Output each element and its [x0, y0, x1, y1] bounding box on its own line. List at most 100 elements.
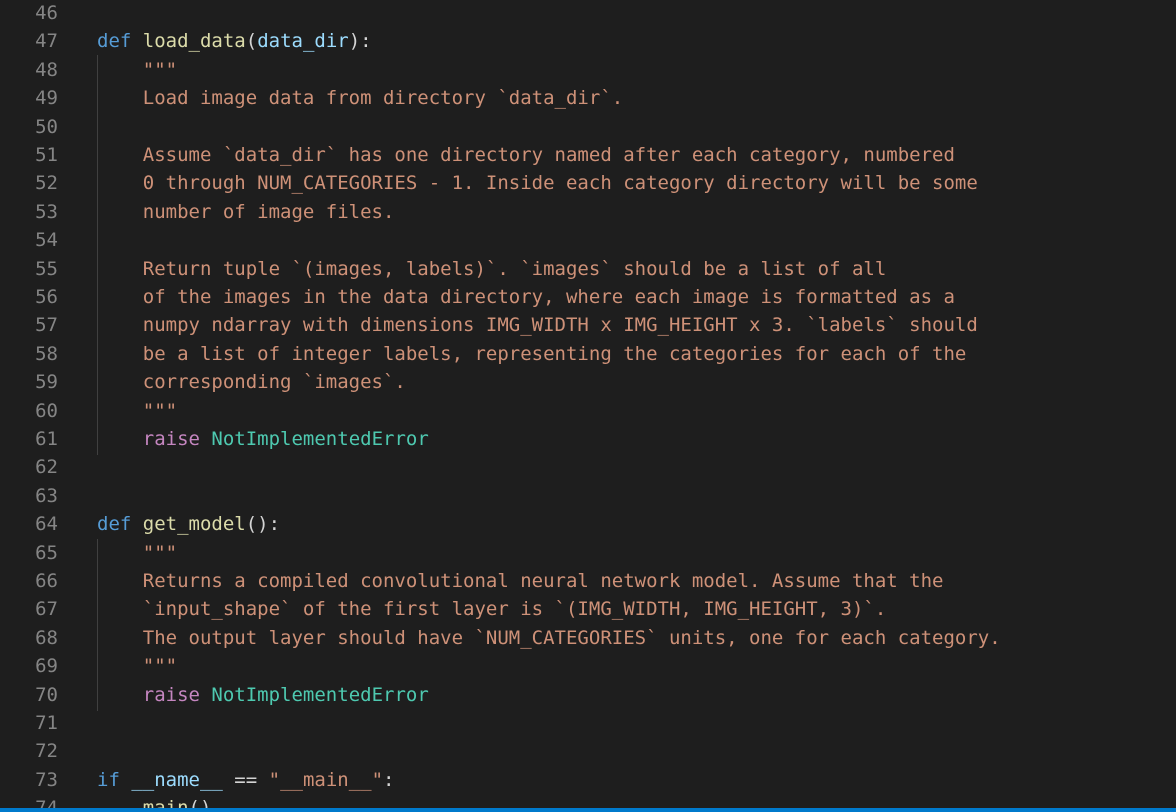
code-line[interactable]: 49 Load image data from directory `data_…	[0, 84, 1176, 112]
code-line[interactable]: 51 Assume `data_dir` has one directory n…	[0, 141, 1176, 169]
code-token: number of image files.	[97, 200, 395, 223]
code-text: `input_shape` of the first layer is `(IM…	[97, 595, 887, 623]
code-token: get_model	[142, 513, 246, 536]
code-line[interactable]: 72	[0, 737, 1176, 765]
code-line[interactable]: 68 The output layer should have `NUM_CAT…	[0, 624, 1176, 652]
code-line[interactable]: 62	[0, 453, 1176, 481]
code-text: 0 through NUM_CATEGORIES - 1. Inside eac…	[97, 169, 978, 197]
line-number: 64	[35, 513, 58, 536]
code-line[interactable]: 63	[0, 482, 1176, 510]
status-bar[interactable]	[0, 808, 1176, 812]
code-text: Return tuple `(images, labels)`. `images…	[97, 255, 887, 283]
code-line[interactable]: 54	[0, 226, 1176, 254]
code-text: of the images in the data directory, whe…	[97, 283, 955, 311]
code-text: Load image data from directory `data_dir…	[97, 84, 623, 112]
code-token: "__main__"	[268, 768, 384, 791]
line-number: 66	[35, 570, 58, 592]
code-token: """	[97, 655, 178, 678]
code-token: """	[97, 58, 178, 81]
code-text: def load_data(data_dir):	[97, 27, 372, 55]
line-number: 52	[35, 172, 58, 195]
line-number: 63	[35, 484, 58, 507]
line-number: 69	[35, 655, 58, 678]
code-text: Returns a compiled convolutional neural …	[97, 567, 944, 595]
code-line[interactable]: 57 numpy ndarray with dimensions IMG_WID…	[0, 311, 1176, 339]
code-token: Returns a compiled convolutional neural …	[97, 570, 944, 592]
code-token: :	[383, 768, 395, 791]
code-token: """	[97, 541, 178, 564]
code-text: """	[97, 56, 177, 84]
code-text: """	[97, 539, 177, 567]
line-number: 48	[35, 58, 58, 81]
code-line[interactable]: 71	[0, 709, 1176, 737]
code-line[interactable]: 53 number of image files.	[0, 198, 1176, 226]
indent-guide	[97, 539, 98, 711]
code-line[interactable]: 52 0 through NUM_CATEGORIES - 1. Inside …	[0, 169, 1176, 197]
line-number: 51	[35, 144, 58, 166]
code-text: """	[97, 397, 177, 425]
code-line[interactable]: 50	[0, 113, 1176, 141]
code-line[interactable]: 58 be a list of integer labels, represen…	[0, 340, 1176, 368]
code-text: Assume `data_dir` has one directory name…	[97, 141, 955, 169]
code-token: ():	[245, 513, 281, 536]
code-token: `input_shape` of the first layer is `(IM…	[97, 598, 887, 621]
code-token: Load image data from directory `data_dir…	[97, 87, 624, 110]
line-number: 54	[35, 229, 58, 252]
code-line[interactable]: 66 Returns a compiled convolutional neur…	[0, 567, 1176, 595]
code-text: """	[97, 652, 177, 680]
line-number: 68	[35, 626, 58, 649]
code-text: numpy ndarray with dimensions IMG_WIDTH …	[97, 311, 978, 339]
code-line[interactable]: 61 raise NotImplementedError	[0, 425, 1176, 453]
line-number: 53	[35, 200, 58, 223]
code-line[interactable]: 60 """	[0, 397, 1176, 425]
code-line[interactable]: 70 raise NotImplementedError	[0, 681, 1176, 709]
code-line[interactable]: 46	[0, 0, 1176, 27]
code-token: raise	[142, 428, 200, 450]
code-token: data_dir	[257, 30, 349, 53]
code-token: NotImplementedError	[211, 683, 429, 706]
line-number: 49	[35, 87, 58, 110]
code-token: The output layer should have `NUM_CATEGO…	[97, 626, 1001, 649]
code-line[interactable]: 47 def load_data(data_dir):	[0, 27, 1176, 55]
code-token: """	[97, 399, 178, 422]
line-number: 62	[35, 456, 58, 479]
code-line[interactable]: 69 """	[0, 652, 1176, 680]
line-number: 55	[35, 257, 58, 280]
line-number: 50	[35, 115, 58, 138]
code-text: def get_model():	[97, 510, 280, 538]
code-line[interactable]: 56 of the images in the data directory, …	[0, 283, 1176, 311]
code-token: __name__	[131, 768, 223, 791]
code-editor[interactable]: 46 47 def load_data(data_dir): 48 """ 49 Loa…	[0, 0, 1176, 812]
code-token: def	[97, 30, 132, 53]
code-line[interactable]: 65 """	[0, 539, 1176, 567]
code-token: (	[245, 30, 258, 53]
code-text: raise NotImplementedError	[97, 425, 429, 453]
line-number: 60	[35, 399, 58, 422]
code-text: if __name__ == "__main__":	[97, 766, 394, 794]
code-line[interactable]: 55 Return tuple `(images, labels)`. `ima…	[0, 255, 1176, 283]
line-number: 58	[35, 342, 58, 365]
code-token: raise	[142, 683, 200, 706]
code-token: 0 through NUM_CATEGORIES - 1. Inside eac…	[97, 172, 978, 195]
code-token: be a list of integer labels, representin…	[97, 342, 967, 365]
line-number: 71	[35, 712, 58, 734]
code-token: load_data	[142, 30, 246, 53]
line-number: 67	[35, 598, 58, 621]
code-line[interactable]: 64 def get_model():	[0, 510, 1176, 538]
code-line[interactable]: 67 `input_shape` of the first layer is `…	[0, 595, 1176, 623]
code-text: raise NotImplementedError	[97, 681, 429, 709]
line-number: 47	[35, 30, 58, 53]
code-line[interactable]: 59 corresponding `images`.	[0, 368, 1176, 396]
code-line[interactable]: 73 if __name__ == "__main__":	[0, 766, 1176, 794]
code-token: corresponding `images`.	[97, 371, 406, 394]
code-line[interactable]: 48 """	[0, 56, 1176, 84]
code-token: def	[97, 513, 132, 536]
line-number: 61	[35, 428, 58, 450]
code-text: corresponding `images`.	[97, 368, 406, 396]
